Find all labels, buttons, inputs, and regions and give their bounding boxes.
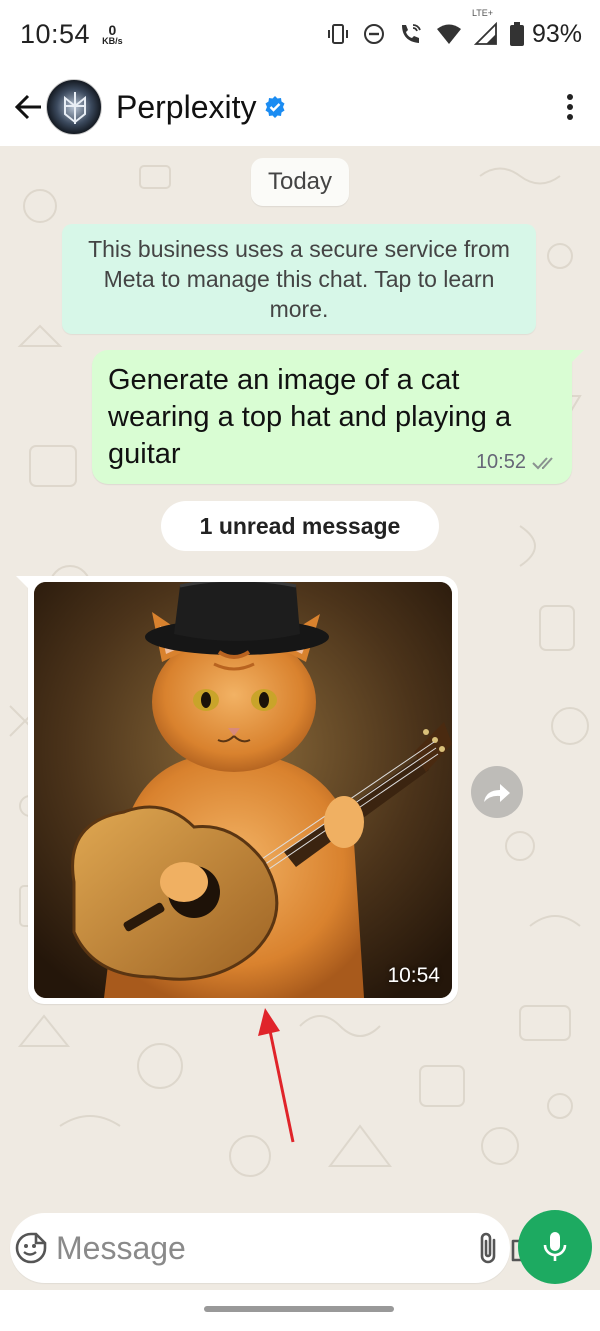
kebab-menu-icon <box>567 94 573 120</box>
business-notice[interactable]: This business uses a secure service from… <box>62 224 536 334</box>
message-meta: 10:52 <box>476 451 558 474</box>
chat-area[interactable]: Today This business uses a secure servic… <box>0 146 600 1206</box>
outgoing-message-bubble[interactable]: Generate an image of a cat wearing a top… <box>92 350 584 484</box>
unread-messages-chip: 1 unread message <box>161 501 439 551</box>
status-time: 10:54 <box>20 18 91 49</box>
status-icons: LTE+ 93% <box>326 8 582 49</box>
battery-percentage: 93% <box>531 19 582 48</box>
network-speed-unit: KB/s <box>102 35 123 46</box>
status-bar: 10:54 0 KB/s LTE+ 93% <box>0 0 600 68</box>
navigation-gesture-area <box>0 1290 600 1331</box>
network-speed-value: 0 <box>108 21 117 38</box>
vibrate-icon <box>326 22 350 46</box>
microphone-icon <box>543 1232 567 1261</box>
contact-name[interactable]: Perplexity <box>116 89 257 126</box>
wifi-icon <box>436 23 462 45</box>
more-options-button[interactable] <box>550 83 590 131</box>
cell-signal-icon: LTE+ <box>472 8 498 46</box>
battery-icon <box>509 22 524 46</box>
forward-button[interactable] <box>471 766 523 818</box>
arrow-left-icon <box>14 94 41 120</box>
bubble-tail <box>16 576 30 590</box>
avatar[interactable] <box>46 79 102 135</box>
incoming-image-bubble[interactable]: 10:54 <box>16 576 458 1004</box>
voice-message-button[interactable] <box>518 1210 592 1284</box>
chat-header: Perplexity <box>0 68 600 146</box>
wifi-calling-icon <box>398 22 424 46</box>
image-message-time: 10:54 <box>387 964 440 987</box>
outgoing-message-time: 10:52 <box>475 451 526 473</box>
bubble-tail <box>570 350 584 364</box>
network-speed: 0 KB/s <box>102 23 123 46</box>
attach-button[interactable] <box>476 1218 500 1278</box>
message-input[interactable] <box>56 1218 476 1278</box>
sticker-button[interactable] <box>14 1218 48 1278</box>
do-not-disturb-icon <box>362 22 386 46</box>
verified-badge-icon <box>263 95 287 119</box>
paperclip-icon <box>480 1232 496 1264</box>
forward-icon <box>484 784 510 802</box>
double-check-icon <box>532 456 553 469</box>
message-input-box[interactable] <box>10 1213 543 1283</box>
generated-image[interactable]: 10:54 <box>34 582 452 998</box>
back-button[interactable] <box>12 87 44 127</box>
gesture-handle[interactable] <box>204 1306 394 1312</box>
network-type-label: LTE+ <box>471 8 494 18</box>
composer-area <box>0 1206 600 1290</box>
annotation-arrow <box>258 1008 295 1143</box>
date-chip: Today <box>251 158 349 206</box>
sticker-icon <box>15 1232 47 1264</box>
